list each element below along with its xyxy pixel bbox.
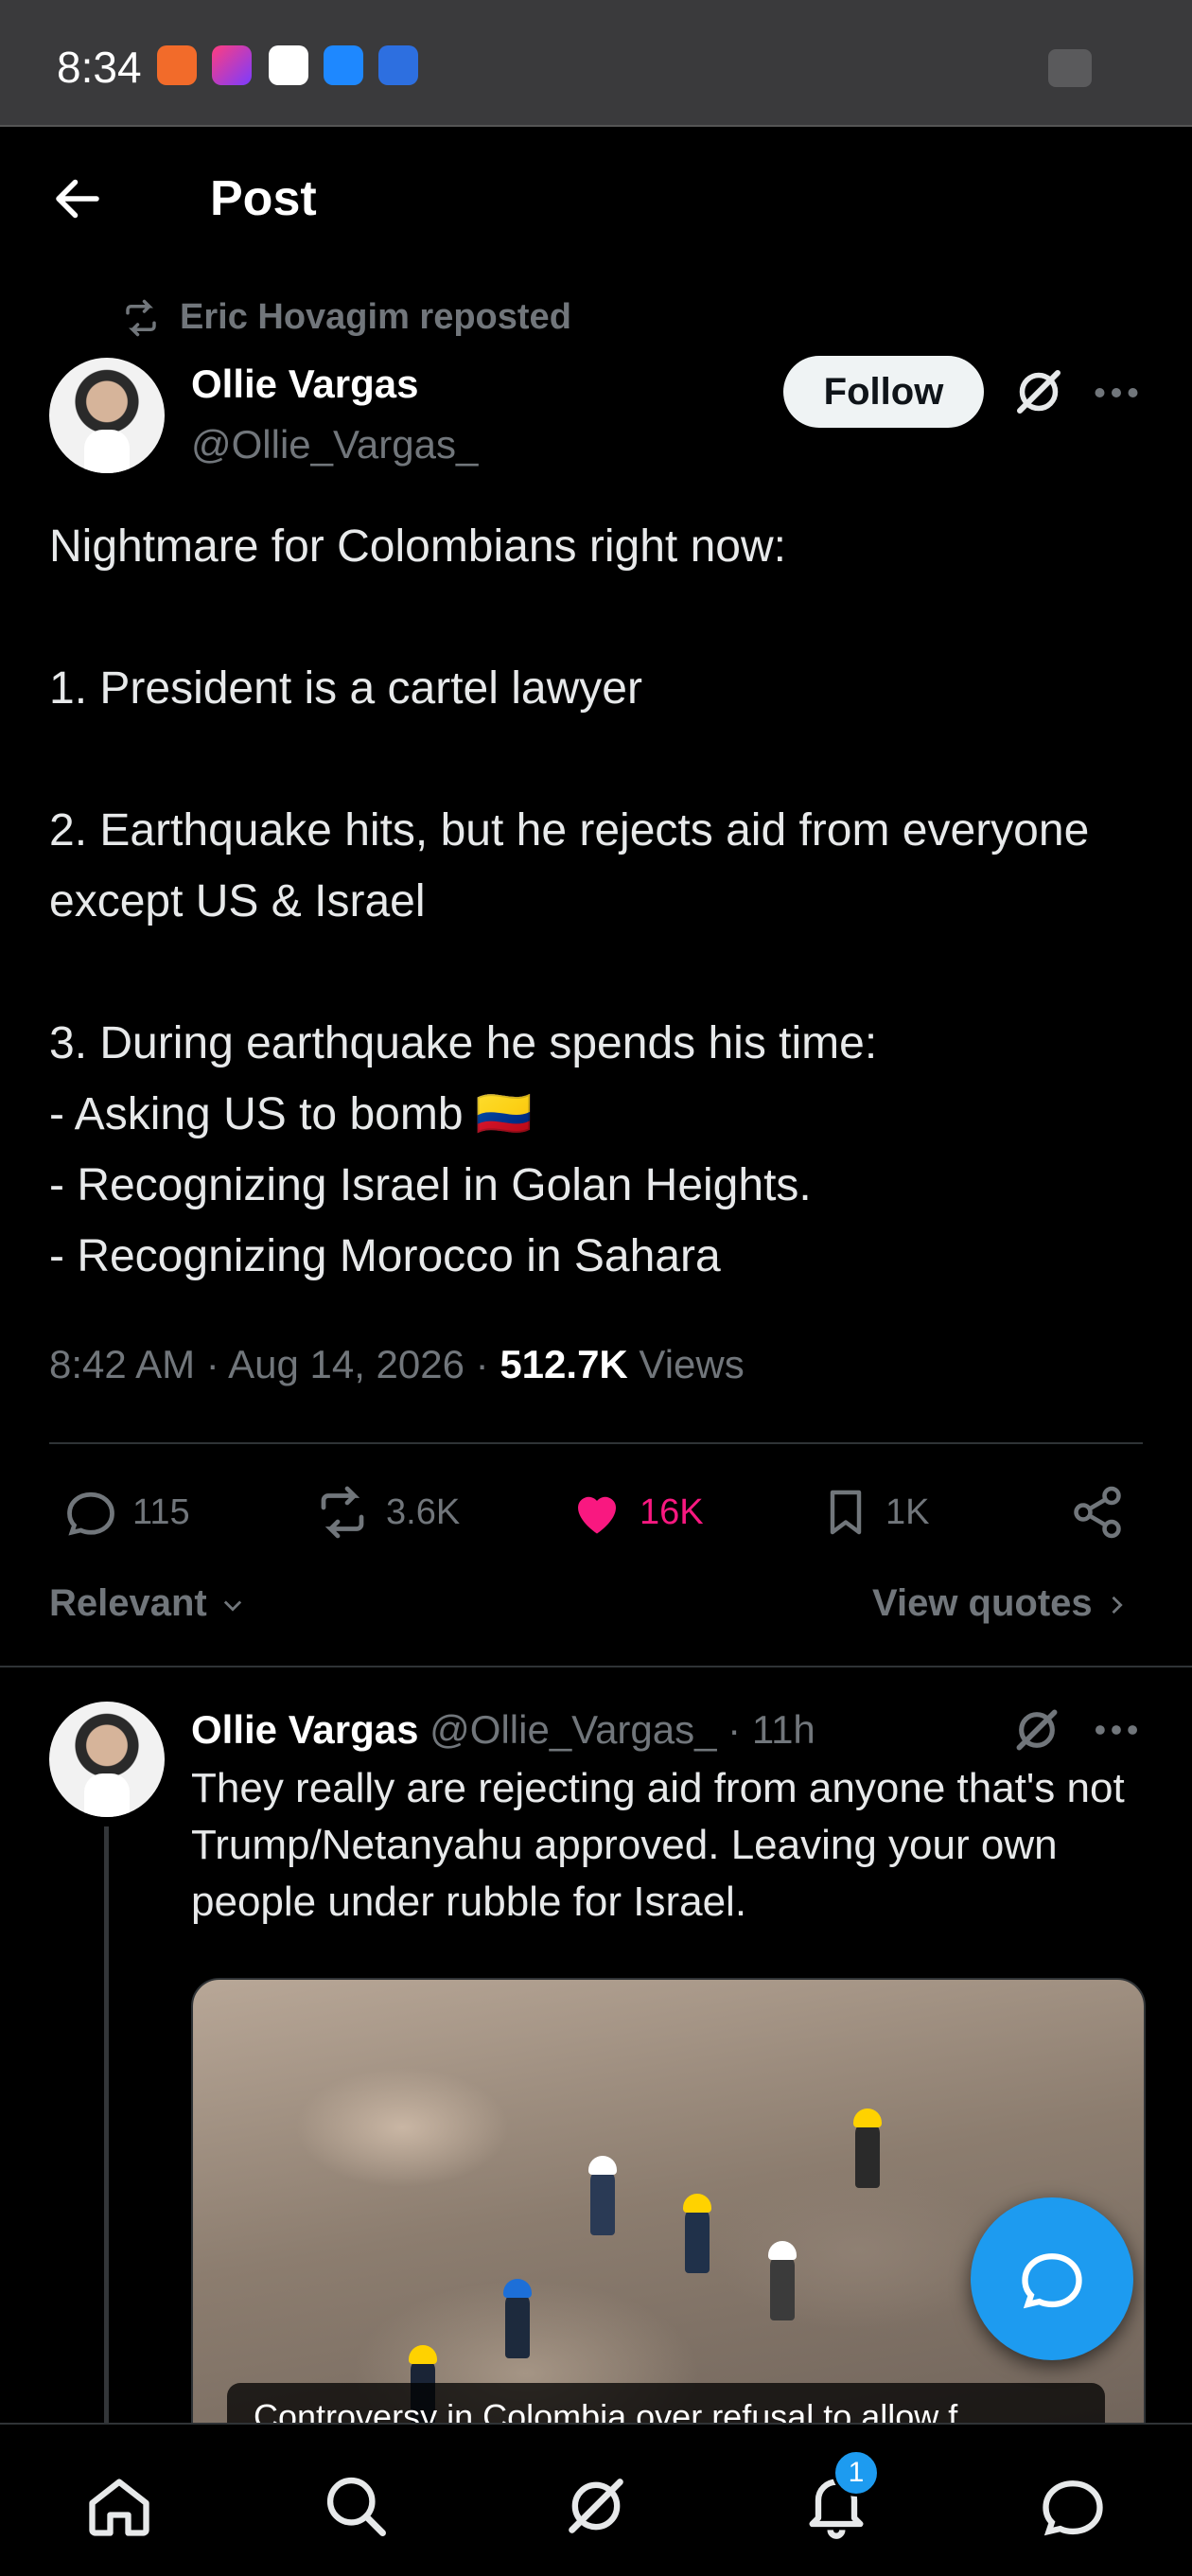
helmet — [683, 2194, 711, 2213]
bookmark-icon — [830, 1490, 862, 1535]
status-time: 8:34 — [57, 43, 142, 92]
delivery-app-icon — [269, 45, 308, 85]
repost-label: Eric Hovagim reposted — [180, 297, 571, 337]
follow-button[interactable]: Follow — [783, 356, 984, 428]
chevron-right-icon — [1112, 1597, 1123, 1614]
views-count: 512.7K — [500, 1342, 628, 1386]
reply-time: · 11h — [716, 1707, 815, 1752]
rescue-worker — [590, 2169, 615, 2235]
chat-bubble-icon — [1022, 2253, 1082, 2309]
helmet — [503, 2279, 532, 2298]
video-app-icon — [212, 45, 252, 85]
airline-app-icon — [378, 45, 418, 85]
repost-button[interactable]: 3.6K — [312, 1484, 460, 1541]
post-text: Nightmare for Colombians right now: 1. P… — [49, 521, 1090, 1281]
repost-icon — [321, 1486, 364, 1539]
search-icon[interactable] — [320, 2470, 392, 2542]
helmet — [588, 2156, 617, 2175]
repost-icon — [126, 299, 156, 336]
reply-count: 115 — [132, 1491, 190, 1532]
repost-indicator[interactable]: Eric Hovagim reposted — [121, 297, 571, 338]
helmet — [768, 2241, 797, 2260]
grok-icon[interactable] — [1010, 363, 1067, 420]
reply-author-name[interactable]: Ollie Vargas — [191, 1707, 418, 1752]
view-quotes-link[interactable]: View quotes — [872, 1582, 1130, 1625]
heart-icon — [578, 1496, 616, 1534]
grok-icon[interactable] — [1010, 1703, 1063, 1756]
compose-reply-button[interactable] — [971, 2197, 1133, 2360]
divider — [0, 1666, 1192, 1667]
share-button[interactable] — [1069, 1484, 1126, 1541]
divider — [49, 1442, 1143, 1444]
author-handle[interactable]: @Ollie_Vargas_ — [191, 422, 478, 468]
battery-icon — [1048, 49, 1092, 87]
rescue-worker — [685, 2207, 710, 2273]
repost-count: 3.6K — [386, 1491, 461, 1532]
comment-icon — [67, 1491, 114, 1536]
view-quotes-label: View quotes — [872, 1582, 1093, 1624]
helmet — [409, 2345, 437, 2364]
chevron-down-icon — [223, 1600, 242, 1613]
reply-author-handle[interactable]: @Ollie_Vargas_ — [429, 1707, 716, 1752]
share-icon — [1074, 1486, 1121, 1539]
sort-relevant-dropdown[interactable]: Relevant — [49, 1582, 248, 1625]
home-icon[interactable] — [83, 2470, 155, 2542]
like-button[interactable]: 16K — [568, 1484, 704, 1541]
sort-label: Relevant — [49, 1582, 207, 1624]
rescue-worker — [505, 2292, 530, 2358]
helmet — [853, 2108, 882, 2127]
thread-line — [104, 1826, 109, 2432]
bookmark-button[interactable]: 1K — [819, 1484, 929, 1541]
app-notification-icon — [157, 45, 197, 85]
avatar[interactable] — [49, 1702, 165, 1817]
status-bar: 8:34 — [0, 0, 1192, 127]
more-options-icon[interactable] — [1088, 369, 1145, 416]
grok-icon[interactable] — [560, 2470, 632, 2542]
rescue-worker — [770, 2254, 795, 2320]
reply-text: They really are rejecting aid from anyon… — [191, 1765, 1125, 1925]
avatar[interactable] — [49, 358, 165, 473]
more-options-icon[interactable] — [1088, 1709, 1145, 1751]
notification-badge: 1 — [833, 2449, 880, 2497]
reply-button[interactable]: 115 — [62, 1484, 190, 1541]
back-arrow-icon[interactable] — [49, 170, 106, 227]
rescue-worker — [855, 2122, 880, 2188]
bookmark-count: 1K — [885, 1491, 930, 1532]
weather-app-icon — [324, 45, 363, 85]
post-meta: 8:42 AM · Aug 14, 2026 · 512.7K Views — [49, 1342, 745, 1387]
messages-icon[interactable] — [1037, 2470, 1109, 2542]
page-title: Post — [210, 171, 317, 226]
reply-header: Ollie Vargas @Ollie_Vargas_ · 11h — [191, 1707, 815, 1753]
author-name[interactable]: Ollie Vargas — [191, 362, 418, 407]
post-timestamp: 8:42 AM · Aug 14, 2026 · — [49, 1342, 500, 1386]
like-count: 16K — [640, 1491, 704, 1532]
views-label: Views — [627, 1342, 745, 1386]
